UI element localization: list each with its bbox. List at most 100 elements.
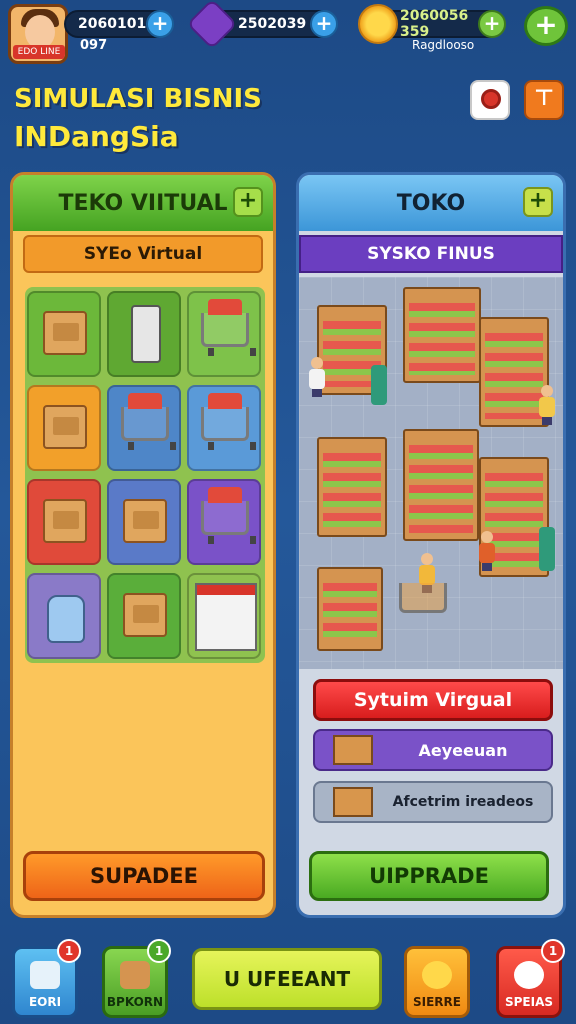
item-tile[interactable]: [27, 479, 101, 565]
nav-eori-button[interactable]: 1 EORI: [12, 939, 81, 1018]
coins-counter: 2060101 +: [64, 10, 174, 38]
add-coins-button[interactable]: +: [146, 10, 174, 38]
nav-sierre-button[interactable]: SIERRE: [404, 946, 470, 1018]
shopping-cart-icon: [201, 487, 256, 544]
shopping-cart-icon: [201, 393, 256, 450]
cart-veg-icon: [121, 393, 176, 450]
add-gold-button[interactable]: +: [478, 10, 506, 38]
trash-bin-icon: [539, 527, 555, 571]
item-tile[interactable]: [107, 291, 181, 377]
system-virtual-row[interactable]: Sytuim Virgual: [313, 679, 553, 721]
person-body: [539, 397, 555, 417]
shelf: [403, 287, 481, 383]
shelf: [317, 437, 387, 537]
item-row[interactable]: Aeyeeuan: [313, 729, 553, 771]
virtual-store-header: TEKO VIITUAL +: [13, 175, 273, 231]
store-header: TOKO +: [299, 175, 563, 231]
leaf-icon: [422, 961, 452, 989]
item-tile[interactable]: [187, 479, 261, 565]
crate-icon: [333, 787, 373, 817]
pos-device-icon: [131, 305, 161, 363]
nav-speias-label: SPEIAS: [504, 995, 554, 1009]
item-tile[interactable]: [27, 573, 101, 659]
center-action-button[interactable]: U UFEEANT: [192, 948, 382, 1010]
person-head: [481, 531, 493, 543]
gold-counter: 2060056 359 +: [358, 4, 506, 44]
nav-speias-button[interactable]: 1 SPEIAS: [496, 939, 565, 1018]
rank-label: Ragdlooso: [412, 38, 475, 52]
notification-badge: 1: [147, 939, 171, 963]
nav-eori-label: EORI: [28, 995, 62, 1009]
store-panel: TOKO + SYSKO FINUS Sytuim Virgual Aeyeeu…: [296, 172, 566, 918]
nav-sierre-label: SIERRE: [413, 995, 461, 1009]
virtual-store-subheader: SYEo Virtual: [23, 235, 263, 273]
add-gems-button[interactable]: +: [310, 10, 338, 38]
trash-bin-icon: [371, 365, 387, 405]
person-legs: [482, 563, 492, 571]
person-head: [311, 357, 323, 369]
bag-icon: [120, 961, 150, 989]
shelf: [317, 567, 383, 651]
nav-bpkorn-label: BPKORN: [106, 995, 164, 1009]
item-tile[interactable]: [187, 385, 261, 471]
notification-badge: 1: [57, 939, 81, 963]
item-row[interactable]: Afcetrim ireadeos: [313, 781, 553, 823]
hammer-icon: ⊤: [533, 86, 555, 111]
item-row-label: Afcetrim ireadeos: [392, 794, 534, 810]
person-legs: [312, 389, 322, 397]
add-button[interactable]: +: [524, 6, 568, 46]
item-tile[interactable]: [107, 573, 181, 659]
item-tile[interactable]: [27, 291, 101, 377]
virtual-store-title: TEKO VIITUAL: [58, 190, 228, 216]
top-bar: EDO LINE 2060101 + 097 2502039 + 2060056…: [0, 0, 576, 160]
map-pin-icon: [481, 89, 501, 109]
virtual-store-panel: TEKO VIITUAL + SYEo Virtual SUPADEE: [10, 172, 276, 918]
bottle-icon: [47, 595, 85, 643]
map-button[interactable]: [470, 80, 510, 120]
shop-front-icon: [195, 583, 257, 651]
crate-icon: [333, 735, 373, 765]
nav-bpkorn-button[interactable]: 1 BPKORN: [102, 939, 171, 1018]
player-level: 097: [80, 38, 108, 53]
shirt-icon: [30, 961, 60, 989]
person-body: [309, 369, 325, 389]
avatar-tag: EDO LINE: [13, 45, 65, 59]
gems-counter: 2502039 +: [186, 0, 338, 50]
bottom-nav: 1 EORI 1 BPKORN U UFEEANT SIERRE 1 SPEIA…: [0, 930, 576, 1024]
item-tile[interactable]: [187, 291, 261, 377]
item-tile[interactable]: [107, 479, 181, 565]
person-body: [479, 543, 495, 563]
supadee-button[interactable]: SUPADEE: [23, 851, 265, 901]
store-subheader: SYSKO FINUS: [299, 235, 563, 273]
gem-icon: [186, 0, 238, 50]
shopper-figure: [539, 385, 555, 425]
game-title-line2: INDangSia: [14, 120, 179, 153]
person-head: [421, 553, 433, 565]
item-tile[interactable]: [187, 573, 261, 659]
build-button[interactable]: ⊤: [524, 80, 564, 120]
shopper-figure: [479, 531, 495, 571]
crate-veg-icon: [123, 593, 167, 637]
upgrade-button[interactable]: UIPPRADE: [309, 851, 549, 901]
store-add-button[interactable]: +: [523, 187, 553, 217]
notification-badge: 1: [541, 939, 565, 963]
item-tile[interactable]: [107, 385, 181, 471]
item-grid: [25, 287, 265, 663]
shelf: [403, 429, 479, 541]
player-avatar[interactable]: EDO LINE: [8, 4, 68, 64]
person-legs: [542, 417, 552, 425]
store-scene[interactable]: [299, 277, 563, 669]
shopping-cart-icon: [201, 299, 256, 356]
game-title-line1: SIMULASI BISNIS: [14, 84, 262, 114]
person-head: [541, 385, 553, 397]
gems-value: 2502039: [238, 16, 307, 32]
item-row-label: Aeyeeuan: [418, 740, 508, 760]
cart-icon: [399, 583, 447, 613]
chat-icon: [514, 961, 544, 989]
item-tile[interactable]: [27, 385, 101, 471]
person-body: [419, 565, 435, 585]
avatar-face: [25, 15, 55, 49]
virtual-store-add-button[interactable]: +: [233, 187, 263, 217]
crate-icon: [123, 499, 167, 543]
grocery-box-icon: [43, 311, 87, 355]
